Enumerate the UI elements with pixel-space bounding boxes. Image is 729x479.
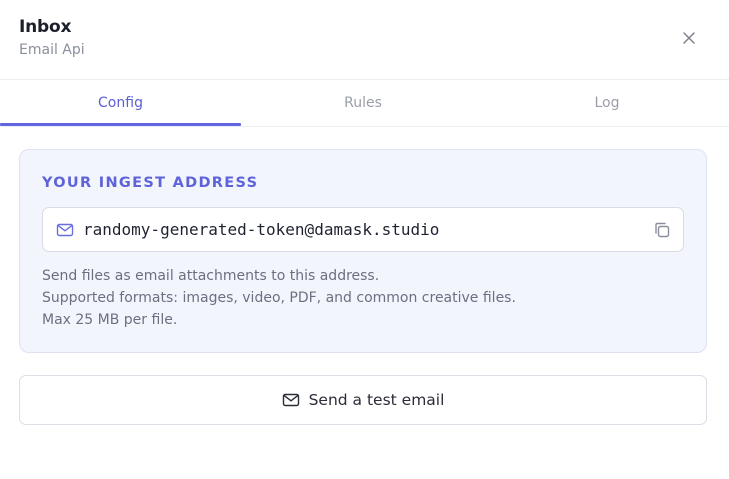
- mail-icon: [56, 223, 74, 237]
- ingest-address-value[interactable]: randomy-generated-token@damask.studio: [83, 220, 439, 239]
- ingest-heading: YOUR INGEST ADDRESS: [42, 175, 259, 191]
- copy-address-button[interactable]: [652, 220, 672, 240]
- send-test-email-button[interactable]: Send a test email: [19, 375, 707, 425]
- ingest-help-text: Send files as email attachments to this …: [42, 265, 516, 331]
- tab-log[interactable]: Log: [486, 80, 728, 126]
- panel-subtitle: Email Api: [19, 42, 85, 58]
- help-line: Supported formats: images, video, PDF, a…: [42, 290, 516, 306]
- inbox-panel: Inbox Email Api Config Rules Log YOUR IN…: [0, 0, 729, 479]
- ingest-address-card: YOUR INGEST ADDRESS randomy-generated-to…: [19, 149, 707, 353]
- help-line: Max 25 MB per file.: [42, 312, 178, 328]
- tab-config[interactable]: Config: [0, 80, 241, 126]
- send-test-email-label: Send a test email: [308, 391, 445, 409]
- send-test-email-content: Send a test email: [282, 391, 445, 409]
- close-button[interactable]: [680, 29, 698, 47]
- tab-bar: Config Rules Log: [0, 80, 729, 127]
- ingest-address-field[interactable]: randomy-generated-token@damask.studio: [42, 207, 684, 252]
- close-icon: [683, 32, 695, 44]
- mail-icon: [282, 393, 299, 407]
- copy-icon: [655, 222, 670, 238]
- panel-header: Inbox Email Api: [0, 0, 729, 80]
- active-tab-indicator: [0, 123, 241, 126]
- panel-title: Inbox: [19, 17, 72, 37]
- help-line: Send files as email attachments to this …: [42, 268, 380, 284]
- tab-rules[interactable]: Rules: [242, 80, 484, 126]
